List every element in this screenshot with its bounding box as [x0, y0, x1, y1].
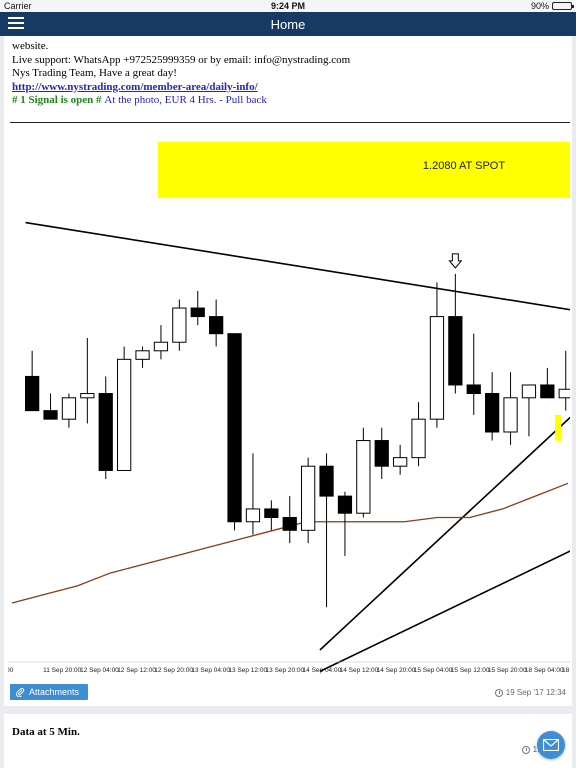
candle-body	[80, 393, 95, 399]
x-tick-label: 12 Sep 04:00	[80, 667, 119, 674]
post-card-2: Data at 5 Min. 19 Sep	[4, 714, 572, 768]
candle-body	[153, 341, 169, 352]
candle-body	[429, 316, 445, 420]
annotation-label: 1.2080 AT SPOT	[423, 160, 505, 172]
candle-body	[209, 316, 224, 335]
candle-body	[448, 316, 463, 386]
candle-body	[172, 307, 187, 343]
x-tick-label: 13 Sep 20:00	[265, 667, 304, 674]
battery-icon	[552, 2, 574, 10]
x-tick-label: 12 Sep 12:00	[117, 667, 156, 674]
candle-body	[61, 397, 77, 420]
signal-line: # 1 Signal is open # At the photo, EUR 4…	[12, 94, 562, 108]
candle-body	[356, 440, 371, 514]
attachments-button[interactable]: Attachments	[10, 684, 88, 700]
candle-body	[521, 384, 537, 399]
candle-body	[135, 350, 150, 360]
x-tick-label: 15 Sep 20:00	[488, 667, 527, 674]
x-tick-label: 18 Sep 04:00	[525, 667, 564, 674]
post-line-support: Live support: WhatsApp +972525999359 or …	[12, 53, 351, 66]
candle-body	[558, 388, 570, 399]
timestamp-text: 19 Sep '17 12:34	[505, 688, 566, 697]
post-timestamp: 19 Sep '17 12:34	[494, 688, 566, 697]
divider	[10, 122, 570, 123]
x-tick-label: 12 Sep 20:00	[154, 667, 193, 674]
x-tick-label: 14 Sep 04:00	[303, 667, 342, 674]
highlight-marker	[555, 414, 562, 441]
candle-body	[485, 393, 500, 433]
x-tick-label: 15 Sep 12:00	[451, 667, 490, 674]
candle-body	[466, 384, 481, 395]
clock-icon	[494, 688, 503, 697]
candle-body	[43, 410, 58, 420]
mail-icon	[543, 739, 559, 751]
battery-percent: 90%	[530, 1, 549, 11]
x-tick-label: 13 Sep 12:00	[228, 667, 267, 674]
candle-body	[374, 440, 389, 467]
x-tick-label: 14 Sep 12:00	[340, 667, 379, 674]
mail-fab-button[interactable]	[537, 731, 565, 759]
candle-body	[540, 384, 555, 399]
candle-body	[301, 465, 316, 531]
x-tick-label: 14 Sep 20:00	[377, 667, 416, 674]
candle-body	[98, 393, 113, 471]
x-tick-label: 15 Sep 04:00	[414, 667, 453, 674]
post-line-team: Nys Trading Team, Have a great day!	[12, 67, 177, 79]
trendline-up-1	[319, 416, 570, 651]
candle-body	[245, 508, 261, 523]
candle-body	[411, 418, 426, 459]
post-line-website: website.	[12, 40, 49, 52]
clock-icon	[521, 745, 530, 754]
candle-body	[190, 307, 205, 318]
trendline-down	[25, 221, 570, 311]
nav-bar: Home	[0, 12, 576, 36]
status-bar: Carrier 9:24 PM 90%	[0, 0, 576, 12]
battery-indicator: 90%	[530, 1, 574, 11]
candle-body	[227, 333, 242, 523]
trendline-up-2	[319, 550, 570, 673]
post-card: website. Live support: WhatsApp +9725259…	[4, 36, 572, 706]
post-text: website. Live support: WhatsApp +9725259…	[12, 40, 562, 108]
candle-body	[264, 508, 279, 518]
candle-body	[503, 397, 518, 433]
signal-open-label: # 1 Signal is open #	[12, 94, 105, 106]
attachments-label: Attachments	[29, 687, 80, 697]
signal-description: At the photo, EUR 4 Hrs. - Pull back	[104, 94, 267, 106]
status-time: 9:24 PM	[270, 1, 305, 11]
down-arrow-marker	[448, 253, 463, 269]
paperclip-icon	[16, 687, 25, 697]
x-tick-label: 18	[562, 667, 570, 674]
candle-body	[25, 375, 40, 412]
x-tick-label: 00	[8, 667, 14, 674]
x-tick-label: 11 Sep 20:00	[43, 667, 82, 674]
x-tick-label: 13 Sep 04:00	[191, 667, 230, 674]
candle-body	[337, 495, 353, 514]
candle-body	[319, 465, 334, 497]
annotation-box	[158, 142, 570, 198]
candle-body	[282, 516, 297, 531]
candle-body	[117, 358, 132, 471]
daily-info-link[interactable]: http://www.nystrading.com/member-area/da…	[12, 81, 258, 93]
page-title: Home	[270, 17, 306, 32]
candle-body	[393, 457, 408, 467]
post-2-title: Data at 5 Min.	[12, 726, 80, 738]
candlestick-chart: 1.2080 AT SPOT 00 11 Sep 20:0012 Sep 04:00…	[8, 142, 570, 674]
